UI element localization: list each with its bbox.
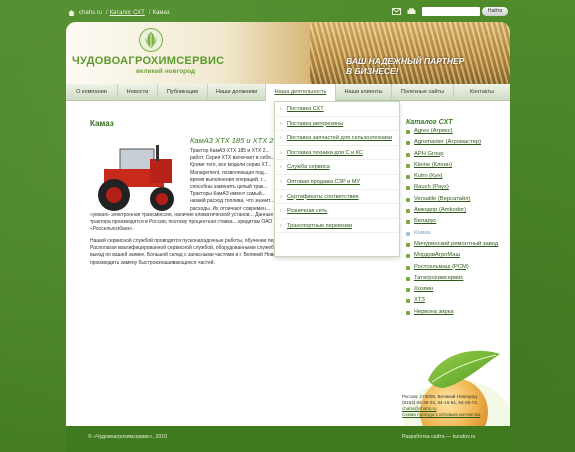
sidebar-item[interactable]: Беларус (406, 218, 506, 225)
map-link[interactable]: Схема проезда к оптовым контактам (402, 412, 480, 418)
activity-dropdown-menu: Поставка СХТ Поставка авторезины Поставк… (274, 101, 400, 257)
sidebar-item[interactable]: Kleine (Клеин) (406, 162, 506, 169)
dropdown-item[interactable]: Служба сервиса (275, 160, 399, 175)
sidebar-item[interactable]: Амкодор (Amkodor) (406, 207, 506, 214)
home-icon[interactable] (68, 10, 75, 16)
breadcrumb-current: Камаз (152, 10, 170, 16)
sidebar-item[interactable]: Татагрохимсервис (406, 275, 506, 282)
sidebar-item[interactable]: Червона зирка (406, 309, 506, 316)
logo-subtitle: великий новгород (136, 68, 196, 75)
nav-item-contacts[interactable]: Контакты (454, 84, 510, 101)
topbar-tools: Найти (392, 7, 508, 16)
nav-item-about[interactable]: О компании (66, 84, 118, 101)
logo-title-part: ЧУДОВО (72, 55, 121, 67)
sidebar-item[interactable]: Rauch (Раух) (406, 184, 506, 191)
slogan-line: В БИЗНЕСЕ! (346, 66, 399, 76)
contact-address: Россия, 173008, Великий Новгород (8162) … (402, 394, 480, 418)
nav-item-debtors[interactable]: Наши должники (208, 84, 266, 101)
product-title: КамАЗ XTX 185 и XTX 2 (190, 136, 274, 145)
sidebar-item[interactable]: ХТЗ (406, 297, 506, 304)
breadcrumb-separator: / (106, 10, 108, 16)
sidebar-item[interactable]: Agromaster (Агромастер) (406, 139, 506, 146)
breadcrumb-catalog[interactable]: Каталог СХТ (110, 10, 145, 16)
nav-item-links[interactable]: Полезные сайты (392, 84, 454, 101)
logo-title[interactable]: ЧУДОВОАГРОХИМСЕРВИС (72, 55, 224, 67)
dropdown-item[interactable]: Поставка запчастей для сельхозтехники (275, 131, 399, 146)
product-description-continued: «умная» электронная трансмиссия, наличие… (90, 212, 274, 233)
tractor-image (90, 135, 180, 221)
sidebar-item[interactable]: Хозяин (406, 286, 506, 293)
developer-link[interactable]: Разработка сайта — kuratov.ru (402, 434, 475, 440)
nav-item-activity[interactable]: Наша деятельность (266, 84, 336, 101)
sidebar-item[interactable]: МордовАгроМаш (406, 252, 506, 259)
logo-title-part: АГРОХИМ (120, 55, 177, 67)
nav-item-publications[interactable]: Публикации (158, 84, 208, 101)
dropdown-item[interactable]: Транспортные перевозки (275, 219, 399, 234)
search-input[interactable] (422, 7, 480, 16)
main-card: ЧУДОВОАГРОХИМСЕРВИС великий новгород ВАШ… (66, 22, 510, 426)
sidebar-item[interactable]: Мичуринский ремонтный завод (406, 241, 506, 248)
sidebar-item-selected[interactable]: Камаз (406, 230, 506, 237)
sidebar-item[interactable]: Versatile (Версатайл) (406, 196, 506, 203)
dropdown-item[interactable]: Поставка СХТ (275, 102, 399, 117)
logo-leaf-icon[interactable] (139, 28, 163, 52)
nav-item-news[interactable]: Новости (118, 84, 158, 101)
sidebar-item[interactable]: Ростсельмаш (РСМ) (406, 264, 506, 271)
main-nav: О компании Новости Публикации Наши должн… (66, 84, 510, 101)
site-header: ЧУДОВОАГРОХИМСЕРВИС великий новгород ВАШ… (66, 22, 510, 84)
sidebar-item[interactable]: APH Group (406, 151, 506, 158)
sidebar-catalog-list: Agrex (Агрекс) Agromaster (Агромастер) A… (406, 128, 506, 320)
dropdown-item[interactable]: Оптовая продажа СЗР и МУ (275, 175, 399, 190)
topbar: chahs.ru / Каталог СХТ / Камаз Найти (68, 6, 508, 20)
product-description: Трактор КамАЗ XTX 185 и XTX 2... работ. … (190, 148, 275, 212)
header-slogan: ВАШ НАДЕЖНЫЙ ПАРТНЕР В БИЗНЕСЕ! (346, 56, 464, 76)
nav-item-clients[interactable]: Наши клиенты (336, 84, 392, 101)
page-title: Камаз (90, 119, 114, 128)
sidebar-item[interactable]: Agrex (Агрекс) (406, 128, 506, 135)
breadcrumb-separator: / (148, 10, 151, 16)
dropdown-item[interactable]: Розничная сеть (275, 204, 399, 219)
copyright-text: © «Чудовоагрохимсервис», 2010 (88, 434, 167, 440)
print-icon[interactable] (407, 8, 416, 15)
dropdown-item[interactable]: Поставка техники для С и КС (275, 146, 399, 161)
sidebar-title: Каталог СХТ (406, 119, 453, 126)
dropdown-item[interactable]: Сертификаты соответствия (275, 190, 399, 205)
mail-icon[interactable] (392, 8, 401, 15)
site-footer: © «Чудовоагрохимсервис», 2010 Разработка… (66, 426, 510, 452)
slogan-line: ВАШ НАДЕЖНЫЙ ПАРТНЕР (346, 56, 465, 66)
logo-title-part: СЕРВИС (176, 55, 225, 67)
breadcrumb-site[interactable]: chahs.ru (79, 10, 102, 16)
dropdown-item[interactable]: Поставка авторезины (275, 117, 399, 132)
sidebar-item[interactable]: Kuhn (Кун) (406, 173, 506, 180)
search-button[interactable]: Найти (482, 7, 508, 16)
